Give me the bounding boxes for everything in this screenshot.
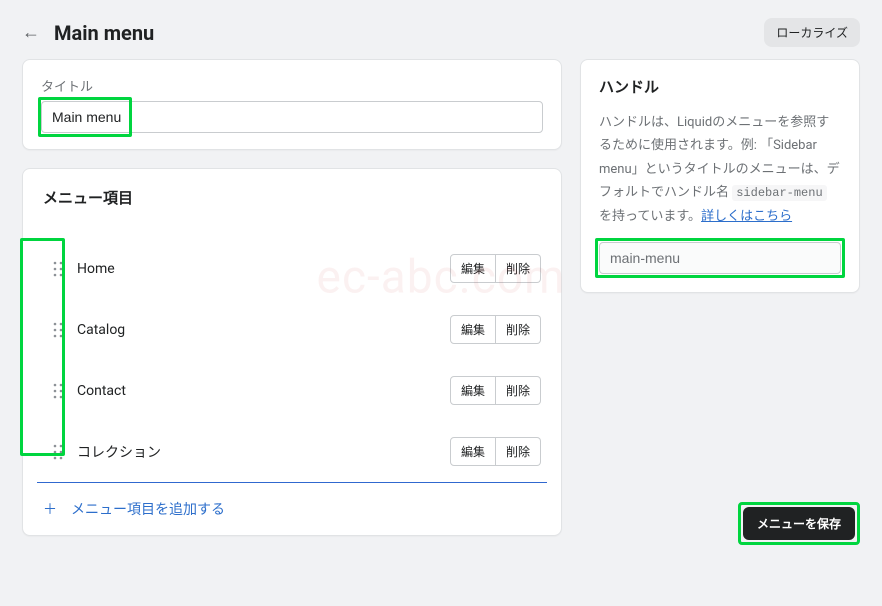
back-arrow-icon[interactable]: ← bbox=[22, 24, 40, 42]
drag-handle-icon[interactable] bbox=[53, 383, 63, 399]
menu-item-actions: 編集 削除 bbox=[450, 376, 541, 405]
handle-desc-suffix: を持っています。 bbox=[599, 209, 701, 224]
title-field-container bbox=[41, 101, 543, 133]
delete-button[interactable]: 削除 bbox=[496, 376, 541, 405]
handle-learn-more-link[interactable]: 詳しくはこちら bbox=[701, 209, 792, 224]
delete-button[interactable]: 削除 bbox=[496, 315, 541, 344]
top-bar: ← Main menu ローカライズ bbox=[0, 0, 882, 59]
menu-item-actions: 編集 削除 bbox=[450, 254, 541, 283]
edit-button[interactable]: 編集 bbox=[450, 315, 496, 344]
edit-button[interactable]: 編集 bbox=[450, 437, 496, 466]
drag-handle-icon[interactable] bbox=[53, 261, 63, 277]
handle-input-wrap bbox=[599, 242, 841, 274]
handle-input[interactable] bbox=[599, 242, 841, 274]
drag-handle-icon[interactable] bbox=[53, 322, 63, 338]
delete-button[interactable]: 削除 bbox=[496, 254, 541, 283]
delete-button[interactable]: 削除 bbox=[496, 437, 541, 466]
title-input[interactable] bbox=[41, 101, 543, 133]
menu-item-actions: 編集 削除 bbox=[450, 437, 541, 466]
localize-button[interactable]: ローカライズ bbox=[764, 18, 860, 47]
handle-card: ハンドル ハンドルは、Liquidのメニューを参照するために使用されます。例: … bbox=[580, 59, 860, 293]
add-menu-item-label: メニュー項目を追加する bbox=[71, 499, 225, 519]
menu-item-row: Catalog 編集 削除 bbox=[23, 299, 561, 360]
menu-item-row: Home 編集 削除 bbox=[23, 238, 561, 299]
save-button[interactable]: メニューを保存 bbox=[743, 507, 855, 540]
handle-code-example: sidebar-menu bbox=[732, 185, 826, 201]
page-title: Main menu bbox=[54, 21, 154, 45]
menu-card: メニュー項目 Home 編集 削除 C bbox=[22, 168, 562, 536]
main-column: タイトル メニュー項目 Home 編集 削除 bbox=[22, 59, 562, 536]
side-column: ハンドル ハンドルは、Liquidのメニューを参照するために使用されます。例: … bbox=[580, 59, 860, 536]
add-menu-item-button[interactable]: ＋ メニュー項目を追加する bbox=[23, 483, 561, 535]
edit-button[interactable]: 編集 bbox=[450, 376, 496, 405]
top-bar-left: ← Main menu bbox=[22, 21, 154, 45]
plus-icon: ＋ bbox=[43, 499, 57, 519]
menu-item-label[interactable]: コレクション bbox=[77, 442, 436, 462]
title-label: タイトル bbox=[41, 76, 543, 95]
menu-item-row: Contact 編集 削除 bbox=[23, 360, 561, 421]
highlight-box-save: メニューを保存 bbox=[738, 502, 860, 545]
menu-items-list: Home 編集 削除 Catalog 編集 削除 bbox=[23, 238, 561, 482]
handle-heading: ハンドル bbox=[599, 76, 841, 97]
menu-item-label[interactable]: Home bbox=[77, 261, 436, 277]
edit-button[interactable]: 編集 bbox=[450, 254, 496, 283]
menu-item-actions: 編集 削除 bbox=[450, 315, 541, 344]
menu-item-label[interactable]: Contact bbox=[77, 383, 436, 399]
drag-handle-icon[interactable] bbox=[53, 444, 63, 460]
menu-card-heading: メニュー項目 bbox=[23, 169, 561, 238]
footer: メニューを保存 bbox=[738, 502, 860, 545]
menu-item-label[interactable]: Catalog bbox=[77, 322, 436, 338]
handle-description: ハンドルは、Liquidのメニューを参照するために使用されます。例: 「Side… bbox=[599, 111, 841, 228]
menu-item-row: コレクション 編集 削除 bbox=[23, 421, 561, 482]
title-card: タイトル bbox=[22, 59, 562, 150]
